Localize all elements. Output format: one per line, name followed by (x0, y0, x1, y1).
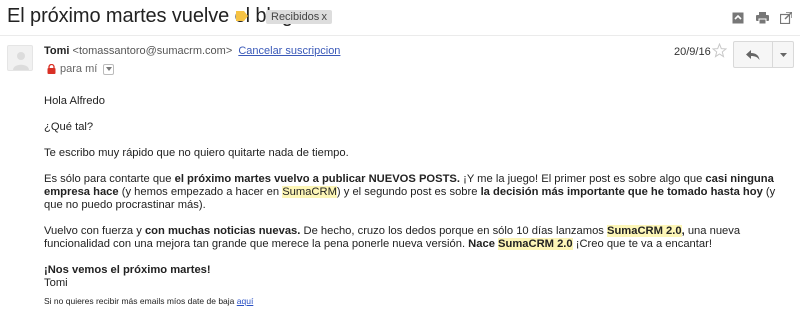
lock-icon (47, 64, 56, 74)
footer-text: Si no quieres recibir más emails míos da… (44, 296, 237, 306)
unsubscribe-link[interactable]: Cancelar suscripcion (238, 45, 340, 57)
bold-run: la decisión más importante que he tomado… (480, 186, 763, 198)
sender-line: Tomi <tomassantoro@sumacrm.com> Cancelar… (44, 45, 340, 57)
default-avatar-icon (13, 52, 29, 70)
header-divider (0, 35, 800, 36)
signature: Tomi (44, 277, 68, 289)
highlighted-term: SumaCRM 2.0 (607, 225, 682, 237)
posts-paragraph: Es sólo para contarte que el próximo mar… (44, 173, 794, 212)
text-run: Es sólo para contarte que (44, 173, 175, 185)
text-run: ¡Y me la juego! El primer post es sobre … (459, 173, 706, 185)
recipient-line: para mí (47, 63, 115, 75)
highlighted-term: SumaCRM 2.0 (498, 238, 573, 250)
unsubscribe-here-link[interactable]: aquí (237, 296, 254, 306)
inbox-label-chip[interactable]: Recibidos x (266, 10, 332, 24)
remove-label-button[interactable]: x (322, 10, 328, 24)
important-label-icon[interactable] (236, 11, 248, 21)
signoff: ¡Nos vemos el próximo martes! (44, 264, 794, 277)
bold-run: Nace (468, 238, 499, 250)
footer-note: Si no quieres recibir más emails míos da… (44, 296, 253, 306)
expand-all-icon[interactable] (730, 10, 746, 26)
chevron-down-icon (105, 67, 112, 71)
signoff-text: ¡Nos vemos el próximo martes! (44, 264, 211, 276)
reply-icon (746, 49, 760, 60)
intro-paragraph: Te escribo muy rápido que no quiero quit… (44, 147, 349, 159)
more-options-button[interactable] (772, 41, 794, 68)
subject-row: El próximo martes vuelve el blog Recibid… (0, 0, 800, 34)
star-icon[interactable] (712, 43, 727, 58)
news-paragraph: Vuelvo con fuerza y con muchas noticias … (44, 225, 794, 251)
email-subject: El próximo martes vuelve el blog (7, 5, 293, 27)
bold-run: el próximo martes vuelvo a publicar NUEV… (174, 173, 460, 185)
sender-email: <tomassantoro@sumacrm.com> (72, 45, 233, 57)
avatar[interactable] (7, 45, 33, 71)
inbox-label-text: Recibidos (271, 11, 320, 23)
details-dropdown[interactable] (103, 63, 115, 75)
bold-run: con muchas noticias nuevas. (144, 225, 301, 237)
print-icon[interactable] (754, 10, 770, 26)
new-window-icon[interactable] (778, 10, 794, 26)
greeting: Hola Alfredo (44, 95, 105, 107)
highlighted-term: SumaCRM (282, 186, 337, 198)
message-body: Hola Alfredo ¿Qué tal? Te escribo muy rá… (44, 95, 794, 290)
top-actions (730, 10, 794, 26)
recipient-text: para mí (60, 63, 98, 75)
chevron-down-icon (779, 52, 787, 57)
text-run: ) y el segundo post es sobre (336, 186, 481, 198)
question-line: ¿Qué tal? (44, 121, 94, 133)
text-run: Vuelvo con fuerza y (44, 225, 145, 237)
text-run: ¡Creo que te va a encantar! (572, 238, 712, 250)
text-run: (y hemos empezado a hacer en (118, 186, 283, 198)
sender-name[interactable]: Tomi (44, 45, 69, 57)
text-run: De hecho, cruzo los dedos porque en sólo… (300, 225, 607, 237)
email-date: 20/9/16 (674, 46, 711, 58)
reply-button[interactable] (733, 41, 773, 68)
